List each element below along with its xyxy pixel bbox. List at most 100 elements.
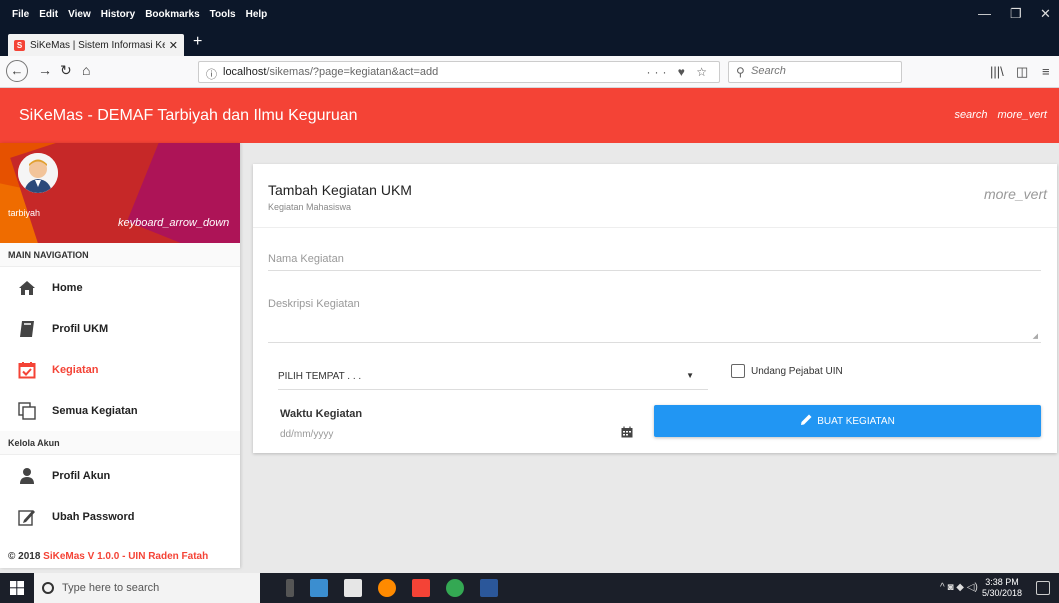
page-title: Tambah Kegiatan UKM: [268, 182, 412, 198]
header-more-icon[interactable]: more_vert: [997, 109, 1047, 121]
app-title[interactable]: SiKeMas - DEMAF Tarbiyah dan Ilmu Keguru…: [19, 107, 358, 125]
sidebar-item-profil-ukm[interactable]: Profil UKM: [0, 308, 240, 349]
menu-file[interactable]: File: [12, 9, 29, 20]
cortana-icon: [42, 582, 54, 594]
url-bar[interactable]: ⓘ localhost/sikemas/?page=kegiatan&act=a…: [198, 61, 720, 83]
file-explorer-icon[interactable]: [310, 579, 328, 597]
favicon-icon: S: [14, 39, 25, 51]
waktu-kegiatan-field: [280, 426, 635, 444]
book-icon: [18, 320, 36, 338]
back-icon[interactable]: ←: [6, 60, 28, 82]
windows-start-icon[interactable]: [10, 581, 24, 595]
browser-search-input[interactable]: [751, 65, 891, 77]
reload-icon[interactable]: ↻: [60, 62, 72, 79]
new-tab-icon[interactable]: +: [193, 33, 202, 51]
main-navigation-header: MAIN NAVIGATION: [0, 243, 240, 267]
notification-center-icon[interactable]: [1036, 581, 1050, 595]
waktu-kegiatan-label: Waktu Kegiatan: [280, 408, 363, 420]
sidebar-item-profil-akun[interactable]: Profil Akun: [0, 455, 240, 496]
tab-title: SiKeMas | Sistem Informasi Keg: [30, 39, 165, 51]
url-host: localhost: [223, 66, 267, 78]
site-info-icon[interactable]: ⓘ: [206, 66, 217, 82]
page-subtitle: Kegiatan Mahasiswa: [268, 202, 352, 212]
menu-help[interactable]: Help: [246, 9, 268, 20]
menu-bookmarks[interactable]: Bookmarks: [145, 9, 199, 20]
search-icon: ⚲: [736, 65, 745, 79]
xampp-icon[interactable]: [412, 579, 430, 597]
calendar-check-icon: [18, 361, 36, 379]
footer-copyright: © 2018: [8, 551, 44, 562]
minimize-icon[interactable]: —: [978, 6, 991, 21]
library-icon[interactable]: |||\: [990, 64, 1004, 79]
nama-kegiatan-input[interactable]: [268, 253, 1041, 265]
sidebar-item-label: Profil Akun: [52, 469, 111, 482]
sidebar-item-label: Semua Kegiatan: [52, 404, 138, 417]
taskbar-search[interactable]: Type here to search: [34, 573, 260, 603]
buat-kegiatan-label: BUAT KEGIATAN: [817, 415, 895, 427]
card-header: Tambah Kegiatan UKM Kegiatan Mahasiswa m…: [253, 164, 1057, 228]
menu-history[interactable]: History: [101, 9, 135, 20]
word-icon[interactable]: [480, 579, 498, 597]
restore-icon[interactable]: ❐: [1010, 6, 1022, 22]
windows-taskbar: Type here to search ^ ◙ ◆ ◁) 3:38 PM 5/3…: [0, 573, 1059, 603]
browser-search-bar[interactable]: ⚲: [728, 61, 902, 83]
sidebar-item-ubah-password[interactable]: Ubah Password: [0, 496, 240, 537]
sidebar-item-label: Ubah Password: [52, 510, 135, 523]
hamburger-menu-icon[interactable]: ≡: [1042, 64, 1050, 79]
home-browser-icon[interactable]: ⌂: [82, 62, 90, 78]
checkbox-box[interactable]: [731, 364, 745, 378]
sidebar-item-home[interactable]: Home: [0, 267, 240, 308]
clock-date: 5/30/2018: [982, 588, 1023, 598]
sidebar-item-kegiatan[interactable]: Kegiatan: [0, 349, 240, 390]
url-text: localhost/sikemas/?page=kegiatan&act=add: [223, 66, 438, 78]
deskripsi-kegiatan-textarea[interactable]: [268, 298, 1041, 322]
app-header: SiKeMas - DEMAF Tarbiyah dan Ilmu Keguru…: [0, 88, 1059, 143]
copy-icon: [18, 401, 36, 420]
close-tab-icon[interactable]: ✕: [169, 39, 178, 52]
page-actions-icon[interactable]: ··· ♥ ☆: [646, 65, 711, 79]
browser-tab[interactable]: S SiKeMas | Sistem Informasi Keg ✕: [8, 34, 184, 56]
sidebar-item-label: Home: [52, 281, 83, 294]
calendar-icon[interactable]: [621, 426, 633, 438]
forward-icon[interactable]: →: [38, 62, 52, 78]
home-icon: [18, 279, 36, 297]
taskbar-clock[interactable]: 3:38 PM 5/30/2018: [982, 577, 1022, 599]
chrome-icon[interactable]: [446, 579, 464, 597]
resize-grip-icon[interactable]: ◢: [1033, 332, 1038, 340]
sidebar-item-label: Kegiatan: [52, 363, 99, 376]
sidebar: tarbiyah keyboard_arrow_down MAIN NAVIGA…: [0, 143, 240, 568]
add-kegiatan-card: Tambah Kegiatan UKM Kegiatan Mahasiswa m…: [253, 164, 1057, 453]
footer-app-link[interactable]: SiKeMas V 1.0.0 - UIN Raden Fatah: [43, 551, 208, 562]
avatar: [18, 153, 58, 193]
tab-strip: S SiKeMas | Sistem Informasi Keg ✕: [0, 30, 1059, 56]
menu-view[interactable]: View: [68, 9, 91, 20]
sidebar-footer: © 2018 SiKeMas V 1.0.0 - UIN Raden Fatah: [8, 551, 208, 562]
pencil-icon: [800, 413, 813, 429]
store-icon[interactable]: [344, 579, 362, 597]
browser-navbar: ← → ↻ ⌂ ⓘ localhost/sikemas/?page=kegiat…: [0, 56, 1059, 88]
menu-tools[interactable]: Tools: [210, 9, 236, 20]
system-tray-icon[interactable]: ^ ◙ ◆ ◁): [940, 582, 978, 593]
user-name: tarbiyah: [8, 208, 41, 218]
firefox-icon[interactable]: [378, 579, 396, 597]
browser-menubar: File Edit View History Bookmarks Tools H…: [0, 0, 1059, 30]
mic-icon[interactable]: [286, 579, 294, 597]
sidebar-item-semua-kegiatan[interactable]: Semua Kegiatan: [0, 390, 240, 431]
sidebar-toggle-icon[interactable]: ◫: [1016, 64, 1028, 80]
nama-kegiatan-field: [268, 251, 1041, 271]
clock-time: 3:38 PM: [985, 577, 1019, 587]
menu-edit[interactable]: Edit: [39, 9, 58, 20]
buat-kegiatan-button[interactable]: BUAT KEGIATAN: [654, 405, 1041, 437]
header-search-icon[interactable]: search: [954, 109, 987, 121]
kelola-akun-header: Kelola Akun: [0, 431, 240, 455]
user-dropdown-icon[interactable]: keyboard_arrow_down: [118, 217, 229, 229]
sidebar-item-label: Profil UKM: [52, 322, 109, 335]
undang-pejabat-label: Undang Pejabat UIN: [751, 365, 843, 377]
close-window-icon[interactable]: ✕: [1040, 6, 1051, 22]
pilih-tempat-value: PILIH TEMPAT . . .: [278, 371, 362, 382]
undang-pejabat-checkbox[interactable]: Undang Pejabat UIN: [731, 364, 843, 378]
pilih-tempat-select[interactable]: PILIH TEMPAT . . . ▼: [278, 362, 708, 390]
dropdown-caret-icon: ▼: [686, 371, 694, 380]
waktu-kegiatan-input[interactable]: [280, 429, 635, 440]
card-more-icon[interactable]: more_vert: [984, 186, 1047, 202]
